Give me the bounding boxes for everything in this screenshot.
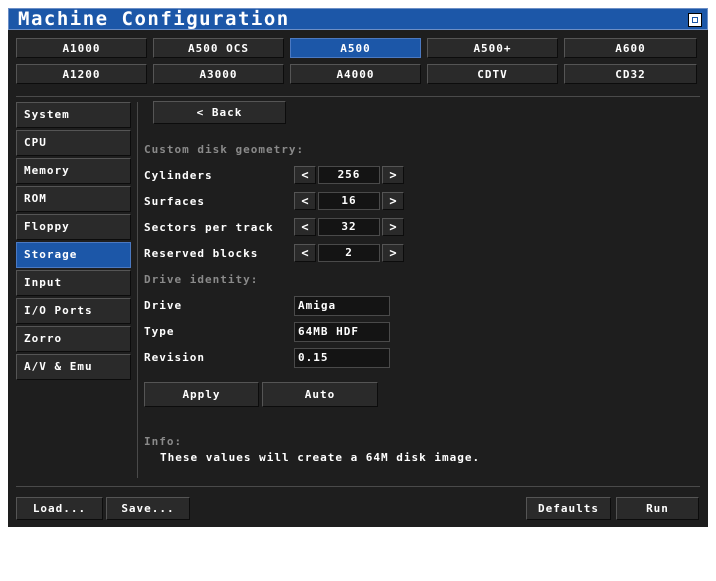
sidebar-item-cpu[interactable]: CPU <box>16 130 131 156</box>
sidebar-divider <box>137 102 138 478</box>
model-button-a3000[interactable]: A3000 <box>153 64 284 84</box>
model-button-a500-ocs[interactable]: A500 OCS <box>153 38 284 58</box>
sectors-label: Sectors per track <box>144 221 274 234</box>
reserved-label: Reserved blocks <box>144 247 259 260</box>
sectors-increment-button[interactable]: > <box>382 218 404 236</box>
sidebar-item-storage[interactable]: Storage <box>16 242 131 268</box>
sidebar-item-rom[interactable]: ROM <box>16 186 131 212</box>
model-button-a500plus[interactable]: A500+ <box>427 38 558 58</box>
sectors-decrement-button[interactable]: < <box>294 218 316 236</box>
info-heading: Info: <box>144 435 183 448</box>
cylinders-decrement-button[interactable]: < <box>294 166 316 184</box>
model-button-a500[interactable]: A500 <box>290 38 421 58</box>
reserved-increment-button[interactable]: > <box>382 244 404 262</box>
geometry-heading: Custom disk geometry: <box>144 143 305 156</box>
model-button-a4000[interactable]: A4000 <box>290 64 421 84</box>
surfaces-decrement-button[interactable]: < <box>294 192 316 210</box>
run-button[interactable]: Run <box>616 497 699 520</box>
reserved-decrement-button[interactable]: < <box>294 244 316 262</box>
cylinders-label: Cylinders <box>144 169 213 182</box>
sidebar-item-io-ports[interactable]: I/O Ports <box>16 298 131 324</box>
cylinders-increment-button[interactable]: > <box>382 166 404 184</box>
cylinders-value: 256 <box>318 166 380 184</box>
sidebar-item-av-emu[interactable]: A/V & Emu <box>16 354 131 380</box>
model-button-a1000[interactable]: A1000 <box>16 38 147 58</box>
apply-button[interactable]: Apply <box>144 382 259 407</box>
load-button[interactable]: Load... <box>16 497 103 520</box>
save-button[interactable]: Save... <box>106 497 190 520</box>
sidebar-item-zorro[interactable]: Zorro <box>16 326 131 352</box>
model-button-a600[interactable]: A600 <box>564 38 697 58</box>
type-field[interactable]: 64MB HDF <box>294 322 390 342</box>
auto-button[interactable]: Auto <box>262 382 378 407</box>
surfaces-label: Surfaces <box>144 195 205 208</box>
sectors-value: 32 <box>318 218 380 236</box>
type-label: Type <box>144 325 175 338</box>
defaults-button[interactable]: Defaults <box>526 497 611 520</box>
surfaces-value: 16 <box>318 192 380 210</box>
revision-field[interactable]: 0.15 <box>294 348 390 368</box>
surfaces-increment-button[interactable]: > <box>382 192 404 210</box>
reserved-value: 2 <box>318 244 380 262</box>
drive-label: Drive <box>144 299 183 312</box>
sidebar-item-floppy[interactable]: Floppy <box>16 214 131 240</box>
model-button-a1200[interactable]: A1200 <box>16 64 147 84</box>
info-text: These values will create a 64M disk imag… <box>160 451 481 464</box>
back-button[interactable]: < Back <box>153 101 286 124</box>
model-button-cdtv[interactable]: CDTV <box>427 64 558 84</box>
revision-label: Revision <box>144 351 205 364</box>
sidebar-item-memory[interactable]: Memory <box>16 158 131 184</box>
window-title: Machine Configuration <box>18 8 290 30</box>
drive-field[interactable]: Amiga <box>294 296 390 316</box>
footer-divider <box>16 486 700 487</box>
divider <box>16 96 700 97</box>
window-depth-gadget-icon[interactable] <box>688 13 702 27</box>
sidebar-item-input[interactable]: Input <box>16 270 131 296</box>
title-bar: Machine Configuration <box>8 8 708 30</box>
sidebar-item-system[interactable]: System <box>16 102 131 128</box>
identity-heading: Drive identity: <box>144 273 259 286</box>
machine-config-window: Machine Configuration A1000 A500 OCS A50… <box>8 8 708 527</box>
model-button-cd32[interactable]: CD32 <box>564 64 697 84</box>
